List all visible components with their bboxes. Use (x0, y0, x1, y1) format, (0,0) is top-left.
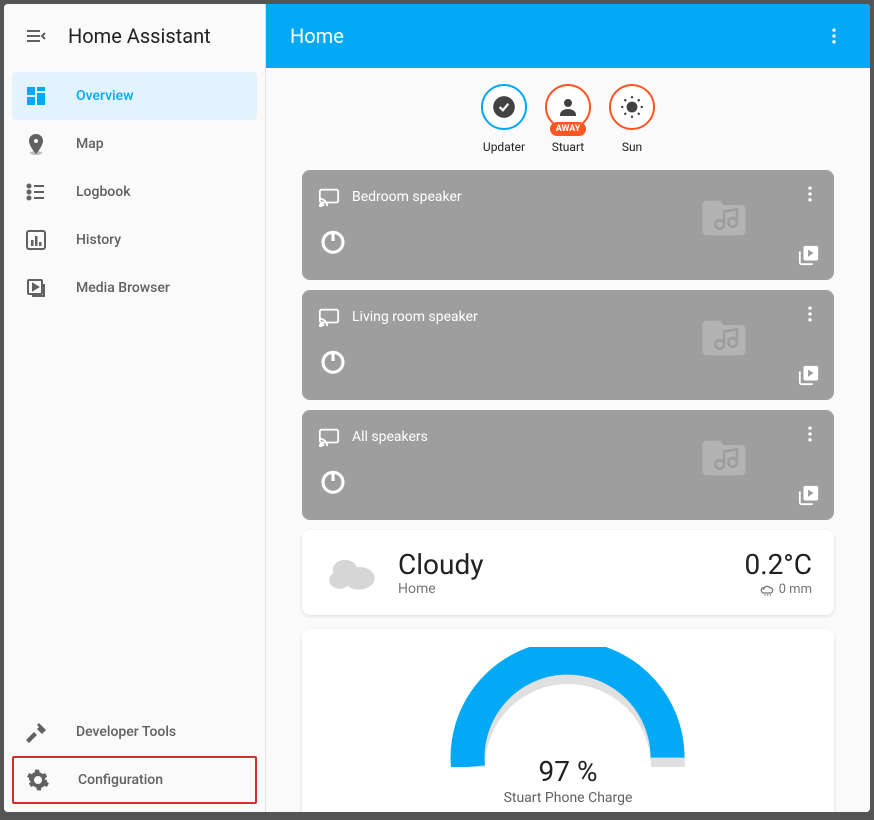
queue-icon (798, 364, 820, 386)
gauge-card[interactable]: 97 % Stuart Phone Charge (302, 629, 834, 812)
sidebar-nav: Overview Map Logbook History (4, 68, 265, 704)
sidebar-item-history[interactable]: History (12, 216, 257, 264)
media-card-all-speakers[interactable]: All speakers (302, 410, 834, 520)
power-icon[interactable] (318, 226, 348, 256)
gauge (448, 647, 688, 767)
list-icon (24, 180, 48, 204)
sidebar-item-label: Media Browser (76, 280, 170, 296)
music-folder-icon (694, 312, 754, 364)
badge-circle (609, 84, 655, 130)
sidebar-item-map[interactable]: Map (12, 120, 257, 168)
check-circle-icon (491, 94, 517, 120)
chart-icon (24, 228, 48, 252)
sidebar-item-label: History (76, 232, 121, 248)
badge-sun[interactable]: Sun (609, 84, 655, 154)
badge-circle (481, 84, 527, 130)
sidebar-footer: Developer Tools Configuration (4, 704, 265, 812)
hammer-icon (24, 720, 48, 744)
sidebar-item-overview[interactable]: Overview (12, 72, 257, 120)
badge-pill: AWAY (550, 122, 587, 136)
app-title: Home Assistant (68, 24, 211, 48)
sidebar-item-configuration[interactable]: Configuration (12, 756, 257, 804)
media-card-menu[interactable] (800, 184, 820, 204)
dots-vertical-icon (824, 26, 844, 46)
menu-collapse-icon (24, 24, 48, 48)
media-card-queue[interactable] (798, 364, 820, 386)
cloudy-icon (324, 549, 380, 597)
weather-precip-value: 0 mm (779, 582, 812, 597)
media-card-title: Living room speaker (352, 309, 478, 325)
badge-label: Stuart (552, 140, 584, 154)
gear-icon (26, 768, 50, 792)
dots-vertical-icon (800, 304, 820, 324)
play-box-icon (24, 276, 48, 300)
badge-stuart[interactable]: AWAY Stuart (545, 84, 591, 154)
sidebar: Home Assistant Overview Map Logbook (4, 4, 266, 812)
weather-card[interactable]: Cloudy Home 0.2°C 0 mm (302, 530, 834, 615)
menu-collapse-button[interactable] (16, 16, 56, 56)
queue-icon (798, 244, 820, 266)
person-icon (556, 95, 580, 119)
queue-icon (798, 484, 820, 506)
sidebar-item-label: Configuration (78, 772, 163, 788)
dots-vertical-icon (800, 424, 820, 444)
power-icon[interactable] (318, 466, 348, 496)
dots-vertical-icon (800, 184, 820, 204)
topbar-menu-button[interactable] (822, 24, 846, 48)
media-card-living-room-speaker[interactable]: Living room speaker (302, 290, 834, 400)
cast-icon (318, 186, 340, 208)
badge-label: Sun (622, 140, 642, 154)
sidebar-item-logbook[interactable]: Logbook (12, 168, 257, 216)
weather-temperature: 0.2°C (744, 548, 812, 581)
sun-icon (619, 94, 645, 120)
sidebar-item-media-browser[interactable]: Media Browser (12, 264, 257, 312)
power-icon[interactable] (318, 346, 348, 376)
page-title: Home (290, 24, 344, 48)
topbar: Home (266, 4, 870, 68)
media-card-queue[interactable] (798, 244, 820, 266)
sidebar-item-label: Logbook (76, 184, 131, 200)
map-icon (24, 132, 48, 156)
badges-row: Updater AWAY Stuart Sun (302, 84, 834, 154)
rain-icon (759, 581, 775, 597)
dashboard-content: Updater AWAY Stuart Sun (266, 68, 870, 812)
media-card-title: All speakers (352, 429, 428, 445)
weather-precipitation: 0 mm (744, 581, 812, 597)
weather-condition: Cloudy (398, 548, 483, 581)
sidebar-item-label: Developer Tools (76, 724, 176, 740)
sidebar-header: Home Assistant (4, 4, 265, 68)
sidebar-item-label: Map (76, 136, 104, 152)
badge-circle: AWAY (545, 84, 591, 130)
main: Home Updater AWAY Stuart (266, 4, 870, 812)
music-folder-icon (694, 432, 754, 484)
cast-icon (318, 426, 340, 448)
sidebar-item-label: Overview (76, 88, 133, 104)
dashboard-icon (24, 84, 48, 108)
media-card-queue[interactable] (798, 484, 820, 506)
badge-updater[interactable]: Updater (481, 84, 527, 154)
media-card-title: Bedroom speaker (352, 189, 462, 205)
media-card-menu[interactable] (800, 424, 820, 444)
weather-location: Home (398, 581, 483, 597)
media-card-bedroom-speaker[interactable]: Bedroom speaker (302, 170, 834, 280)
music-folder-icon (694, 192, 754, 244)
gauge-label: Stuart Phone Charge (504, 790, 633, 806)
badge-label: Updater (483, 140, 525, 154)
media-card-menu[interactable] (800, 304, 820, 324)
sidebar-item-developer-tools[interactable]: Developer Tools (12, 708, 257, 756)
cast-icon (318, 306, 340, 328)
